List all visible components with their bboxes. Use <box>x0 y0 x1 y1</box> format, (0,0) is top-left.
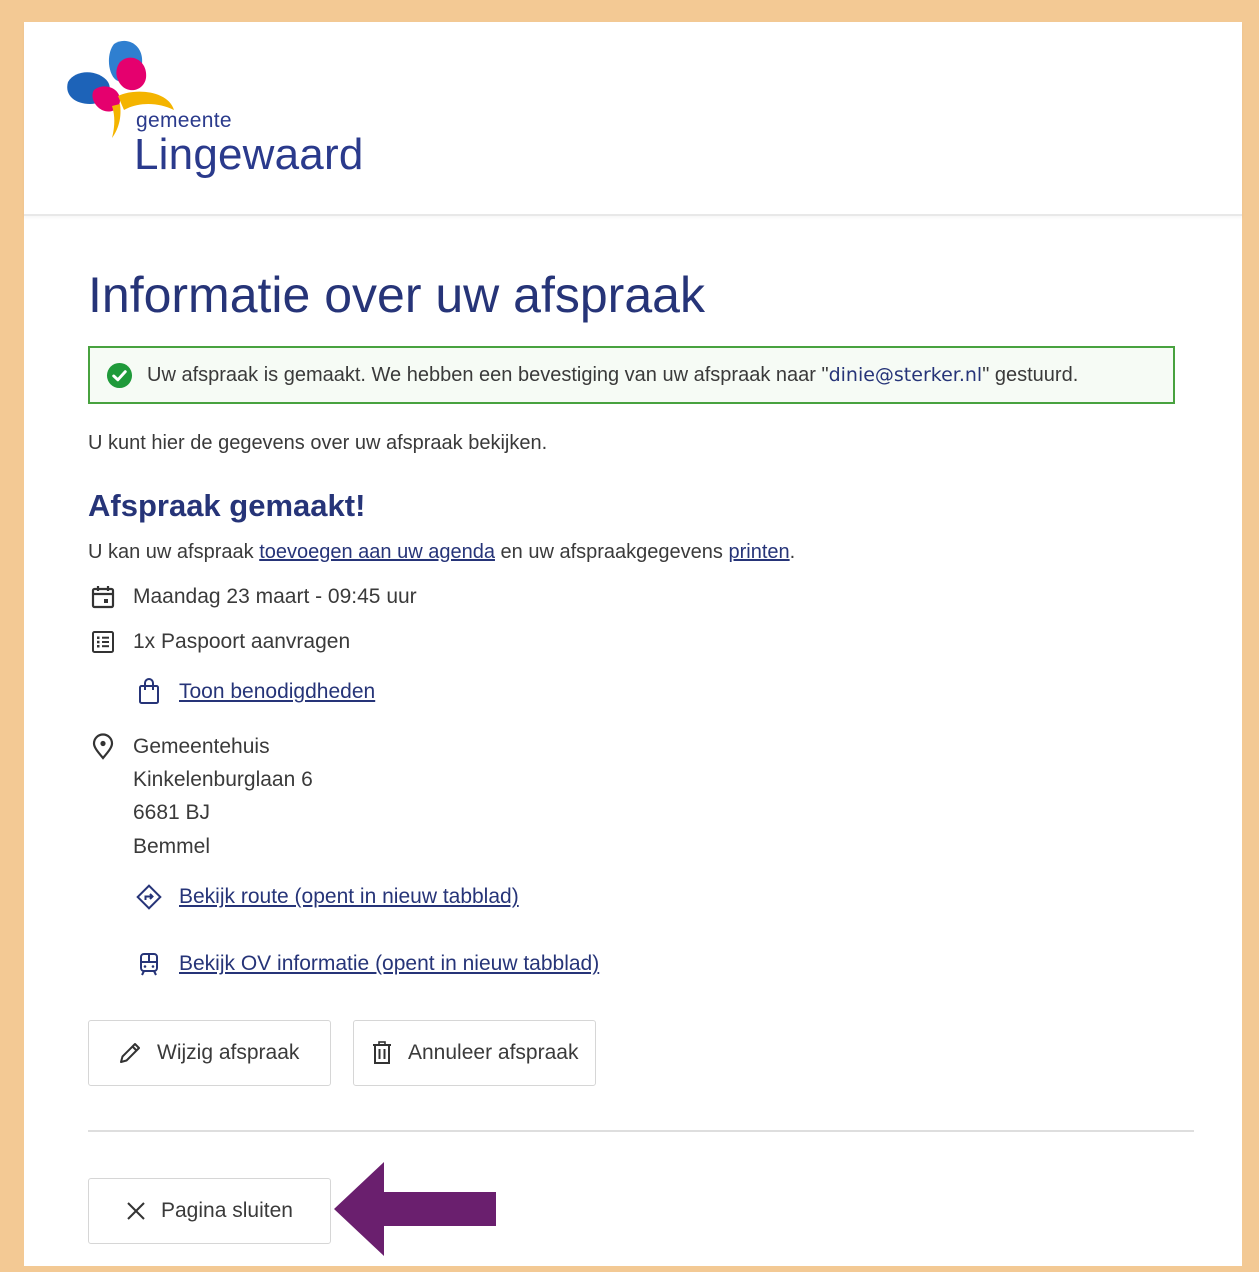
pencil-icon <box>120 1043 140 1063</box>
alert-email: dinie@sterker.nl <box>828 363 983 386</box>
add-to-agenda-link[interactable]: toevoegen aan uw agenda <box>259 541 495 563</box>
page-title: Informatie over uw afspraak <box>88 267 705 323</box>
appointment-datetime: Maandag 23 maart - 09:45 uur <box>133 585 417 608</box>
municipality-logo[interactable]: gemeente Lingewaard <box>64 38 364 198</box>
bag-icon <box>134 677 164 707</box>
close-page-label: Pagina sluiten <box>161 1199 293 1222</box>
intro-text: U kunt hier de gegevens over uw afspraak… <box>88 432 548 454</box>
close-page-button[interactable]: Pagina sluiten <box>88 1178 331 1244</box>
requirements-row[interactable]: Toon benodigdheden <box>134 677 375 707</box>
map-pin-icon <box>88 732 118 762</box>
edit-appointment-button[interactable]: Wijzig afspraak <box>88 1020 331 1086</box>
train-icon <box>134 949 164 979</box>
route-link[interactable]: Bekijk route (opent in nieuw tabblad) <box>179 885 519 909</box>
site-header: gemeente Lingewaard <box>24 22 1242 216</box>
check-circle-icon <box>106 362 133 388</box>
ov-row[interactable]: Bekijk OV informatie (opent in nieuw tab… <box>134 949 599 979</box>
location-name: Gemeentehuis <box>133 735 270 758</box>
location-postcode: 6681 BJ <box>133 801 211 824</box>
location-row: Gemeentehuis <box>88 732 270 762</box>
success-alert: Uw afspraak is gemaakt. We hebben een be… <box>88 346 1175 404</box>
add-to-calendar-text: U kan uw afspraak toevoegen aan uw agend… <box>88 541 795 564</box>
appointment-product: 1x Paspoort aanvragen <box>133 630 351 653</box>
cancel-appointment-label: Annuleer afspraak <box>408 1041 579 1064</box>
section-divider <box>88 1130 1194 1132</box>
logo-title: Lingewaard <box>134 130 364 179</box>
page-frame: gemeente Lingewaard Informatie over uw a… <box>24 22 1242 1266</box>
alert-text-before: Uw afspraak is gemaakt. We hebben een be… <box>147 363 829 386</box>
alert-text-after: " gestuurd. <box>982 363 1079 386</box>
route-row[interactable]: Bekijk route (opent in nieuw tabblad) <box>134 882 519 912</box>
trash-icon <box>373 1041 391 1064</box>
datetime-row: Maandag 23 maart - 09:45 uur <box>88 582 417 612</box>
list-icon <box>88 627 118 657</box>
appointment-heading: Afspraak gemaakt! <box>88 488 366 523</box>
edit-appointment-label: Wijzig afspraak <box>157 1041 300 1064</box>
add-suffix: . <box>789 541 796 563</box>
location-city: Bemmel <box>133 835 211 858</box>
print-link[interactable]: printen <box>728 541 789 563</box>
show-requirements-link[interactable]: Toon benodigdheden <box>179 680 375 704</box>
add-middle: en uw afspraakgegevens <box>494 541 729 563</box>
close-icon <box>127 1202 145 1220</box>
alert-message: Uw afspraak is gemaakt. We hebben een be… <box>147 364 1078 387</box>
location-street: Kinkelenburglaan 6 <box>133 768 313 791</box>
product-row: 1x Paspoort aanvragen <box>88 627 350 657</box>
cancel-appointment-button[interactable]: Annuleer afspraak <box>353 1020 596 1086</box>
route-icon <box>134 882 164 912</box>
add-prefix: U kan uw afspraak <box>88 541 260 563</box>
arrow-annotation-icon <box>334 1162 496 1256</box>
ov-info-link[interactable]: Bekijk OV informatie (opent in nieuw tab… <box>179 952 599 976</box>
calendar-icon <box>88 582 118 612</box>
